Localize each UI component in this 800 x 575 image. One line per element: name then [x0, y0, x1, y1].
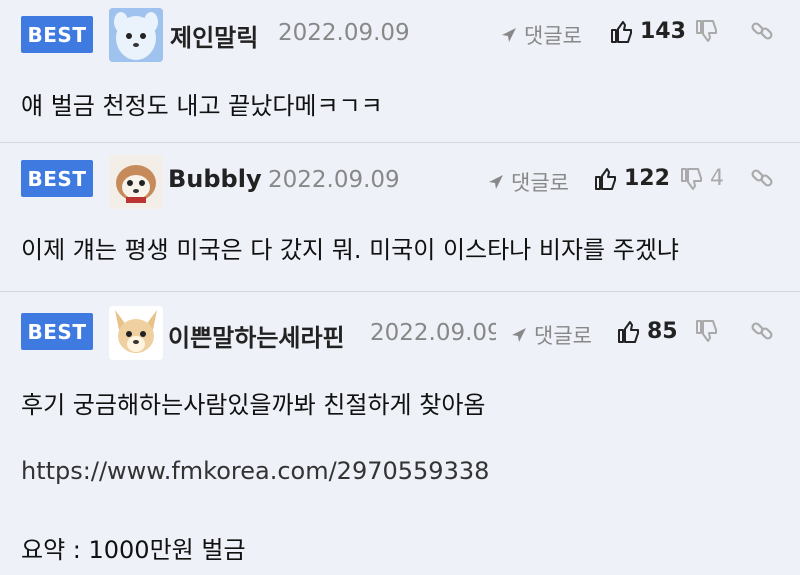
- comment-text: 얘 벌금 천정도 내고 끝났다메ㅋㄱㅋ: [21, 92, 383, 120]
- thumbs-up-icon: [618, 320, 639, 343]
- comment-1: BEST 제인말릭 2022.09.09 댓글로 143 얘 벌금 천정도 내고…: [0, 0, 800, 143]
- like-button[interactable]: 85: [617, 319, 678, 344]
- best-badge: BEST: [21, 16, 93, 53]
- nickname[interactable]: 이쁜말하는세라핀: [168, 318, 345, 353]
- link-icon: [751, 22, 773, 40]
- reply-button[interactable]: 댓글로: [500, 20, 582, 50]
- best-badge: BEST: [21, 313, 93, 350]
- date: 2022.09.09: [268, 167, 400, 193]
- reply-button[interactable]: 댓글로: [510, 320, 592, 350]
- comment-summary: 요약 : 1000만원 벌금: [21, 536, 246, 564]
- reply-label: 댓글로: [524, 24, 582, 48]
- like-count: 143: [640, 19, 686, 44]
- comment-2: BEST Bubbly 2022.09.09 댓글로 122 4 이제 걔는 평…: [0, 143, 800, 292]
- dislike-button[interactable]: [695, 19, 725, 43]
- avatar[interactable]: [109, 155, 163, 209]
- dislike-count: 4: [710, 166, 724, 191]
- date: 2022.09.09: [370, 320, 496, 346]
- link-button[interactable]: [750, 19, 774, 47]
- reply-label: 댓글로: [511, 171, 569, 195]
- thumbs-down-icon: [681, 167, 702, 190]
- avatar[interactable]: [109, 306, 163, 360]
- nickname[interactable]: Bubbly: [168, 165, 262, 193]
- thumbs-up-icon: [595, 167, 616, 190]
- link-button[interactable]: [750, 166, 774, 194]
- like-button[interactable]: 143: [610, 19, 686, 44]
- dislike-button[interactable]: 4: [680, 166, 724, 191]
- like-count: 122: [624, 166, 670, 191]
- comment-link[interactable]: https://www.fmkorea.com/2970559338: [21, 457, 489, 485]
- reply-arrow-icon: [489, 175, 503, 189]
- comment-text: 이제 걔는 평생 미국은 다 갔지 뭐. 미국이 이스타나 비자를 주겠냐: [21, 236, 679, 264]
- nickname[interactable]: 제인말릭: [170, 18, 258, 53]
- like-count: 85: [647, 319, 678, 344]
- best-badge: BEST: [21, 160, 93, 197]
- comment-text: 후기 궁금해하는사람있을까봐 친절하게 찾아옴: [21, 391, 486, 419]
- thumbs-down-icon: [696, 320, 717, 342]
- link-icon: [751, 322, 773, 340]
- link-icon: [751, 169, 773, 187]
- reply-label: 댓글로: [534, 324, 592, 348]
- reply-arrow-icon: [502, 28, 516, 42]
- reply-arrow-icon: [512, 328, 526, 342]
- thumbs-up-icon: [611, 20, 632, 43]
- date: 2022.09.09: [278, 20, 410, 46]
- dislike-button[interactable]: [695, 319, 725, 343]
- comment-3: BEST 이쁜말하는세라핀 2022.09.09 댓글로 85 후기 궁금해하는…: [0, 292, 800, 575]
- like-button[interactable]: 122: [594, 166, 670, 191]
- link-button[interactable]: [750, 319, 774, 347]
- reply-button[interactable]: 댓글로: [487, 167, 569, 197]
- thumbs-down-icon: [696, 20, 717, 42]
- avatar[interactable]: [109, 8, 163, 62]
